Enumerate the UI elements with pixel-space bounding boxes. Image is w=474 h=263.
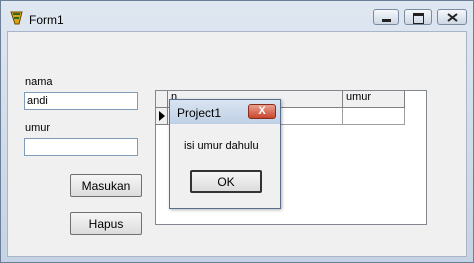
nama-input[interactable] — [24, 92, 138, 110]
grid-row-indicator — [156, 108, 168, 125]
ok-button[interactable]: OK — [190, 170, 262, 193]
delphi-app-icon — [10, 11, 23, 25]
nama-label: nama — [25, 76, 53, 88]
maximize-button[interactable] — [404, 9, 432, 25]
dialog-title-bar[interactable]: Project1 X — [170, 100, 280, 124]
maximize-icon — [413, 13, 424, 24]
masukan-button[interactable]: Masukan — [70, 174, 142, 197]
window-close-button[interactable] — [437, 9, 467, 25]
main-window: Form1 nama umur Masukan Hapus n umur — [0, 0, 474, 263]
umur-label: umur — [25, 122, 51, 134]
grid-corner — [156, 91, 168, 108]
minimize-icon — [382, 19, 391, 22]
row-pointer-icon — [159, 111, 165, 121]
grid-header-umur: umur — [343, 91, 405, 108]
title-bar[interactable]: Form1 — [1, 1, 473, 31]
message-dialog: Project1 X isi umur dahulu OK — [169, 99, 281, 209]
close-icon — [447, 13, 458, 22]
grid-header-umur-text: umur — [346, 91, 372, 103]
dialog-close-icon: X — [258, 105, 266, 117]
dialog-title: Project1 — [177, 106, 222, 120]
minimize-button[interactable] — [373, 9, 399, 25]
dialog-message: isi umur dahulu — [184, 140, 259, 152]
hapus-button[interactable]: Hapus — [70, 212, 142, 235]
umur-input[interactable] — [24, 138, 138, 156]
dialog-close-button[interactable]: X — [248, 104, 276, 119]
grid-cell-umur[interactable] — [343, 108, 405, 125]
window-title: Form1 — [29, 13, 64, 27]
